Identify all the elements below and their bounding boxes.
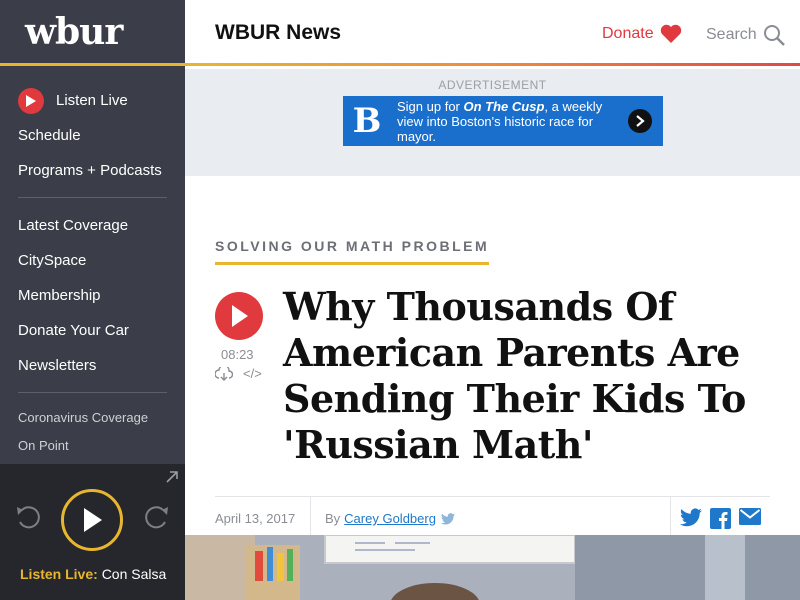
top-bar: WBUR News Donate Search [185,0,800,66]
sidebar-item-on-point[interactable]: On Point [18,431,167,459]
article-photo [185,535,800,600]
sidebar-item-latest-coverage[interactable]: Latest Coverage [18,208,167,243]
player-now-playing: Listen Live: Con Salsa [20,566,166,582]
advertisement-area: ADVERTISEMENT B Sign up for On The Cusp,… [185,69,800,176]
play-icon [18,87,44,114]
sidebar-item-coronavirus[interactable]: Coronavirus Coverage [18,403,167,431]
sidebar-item-newsletters[interactable]: Newsletters [18,348,167,383]
audio-duration: 08:23 [221,347,254,362]
article-play-button[interactable] [215,292,263,340]
sidebar-nav: Listen Live Schedule Programs + Podcasts… [0,83,185,459]
sidebar-item-programs-podcasts[interactable]: Programs + Podcasts [18,153,167,188]
sidebar-item-schedule[interactable]: Schedule [18,118,167,153]
site-title[interactable]: WBUR News [215,21,341,45]
download-icon[interactable] [215,366,233,381]
share-facebook-icon[interactable] [710,508,731,529]
meta-divider [670,497,671,535]
sidebar-divider [18,392,167,393]
sidebar: wbur Listen Live Schedule Programs + Pod… [0,0,185,600]
sidebar-divider [18,197,167,198]
rewind-icon[interactable] [14,504,44,535]
search-link[interactable]: Search [706,24,785,46]
byline: By Carey Goldberg [325,511,455,526]
wbur-logo[interactable]: wbur [25,11,123,53]
listen-live-label: Listen Live [56,92,128,109]
player-listen-live-label: Listen Live: [20,566,98,582]
arrow-right-icon [628,109,652,133]
ad-label: ADVERTISEMENT [438,78,547,92]
donate-label: Donate [602,25,654,42]
player-play-button[interactable] [61,489,123,551]
logo-bar: wbur [0,0,185,66]
article-headline: Why Thousands Of American Parents Are Se… [283,284,746,467]
boston-globe-logo: B [352,101,382,141]
share-email-icon[interactable] [739,508,761,529]
audio-tools: </> [215,366,262,381]
fast-forward-icon[interactable] [141,504,171,535]
sidebar-item-cityspace[interactable]: CitySpace [18,243,167,278]
play-icon [84,508,102,532]
sidebar-item-donate-your-car[interactable]: Donate Your Car [18,313,167,348]
author-link[interactable]: Carey Goldberg [344,511,436,526]
live-player: Listen Live: Con Salsa [0,464,185,600]
donate-link[interactable]: Donate [602,24,682,44]
article-meta: April 13, 2017 By Carey Goldberg [215,496,770,536]
expand-icon[interactable] [165,470,179,489]
heart-icon [660,24,681,43]
share-buttons [680,508,761,529]
search-icon [763,25,785,46]
byline-prefix: By [325,511,341,526]
ad-text: Sign up for On The Cusp, a weekly view i… [397,98,603,144]
play-icon [232,305,248,327]
player-program-name: Con Salsa [101,566,167,582]
listen-live-link[interactable]: Listen Live [18,83,167,118]
sidebar-item-membership[interactable]: Membership [18,278,167,313]
search-label: Search [706,26,757,43]
ad-banner[interactable]: B Sign up for On The Cusp, a weekly view… [343,96,663,146]
twitter-icon[interactable] [440,512,455,525]
meta-divider [310,497,311,535]
share-twitter-icon[interactable] [680,508,702,529]
embed-icon[interactable]: </> [243,366,262,381]
article-kicker[interactable]: SOLVING OUR MATH PROBLEM [215,238,490,265]
article-date: April 13, 2017 [215,511,296,526]
